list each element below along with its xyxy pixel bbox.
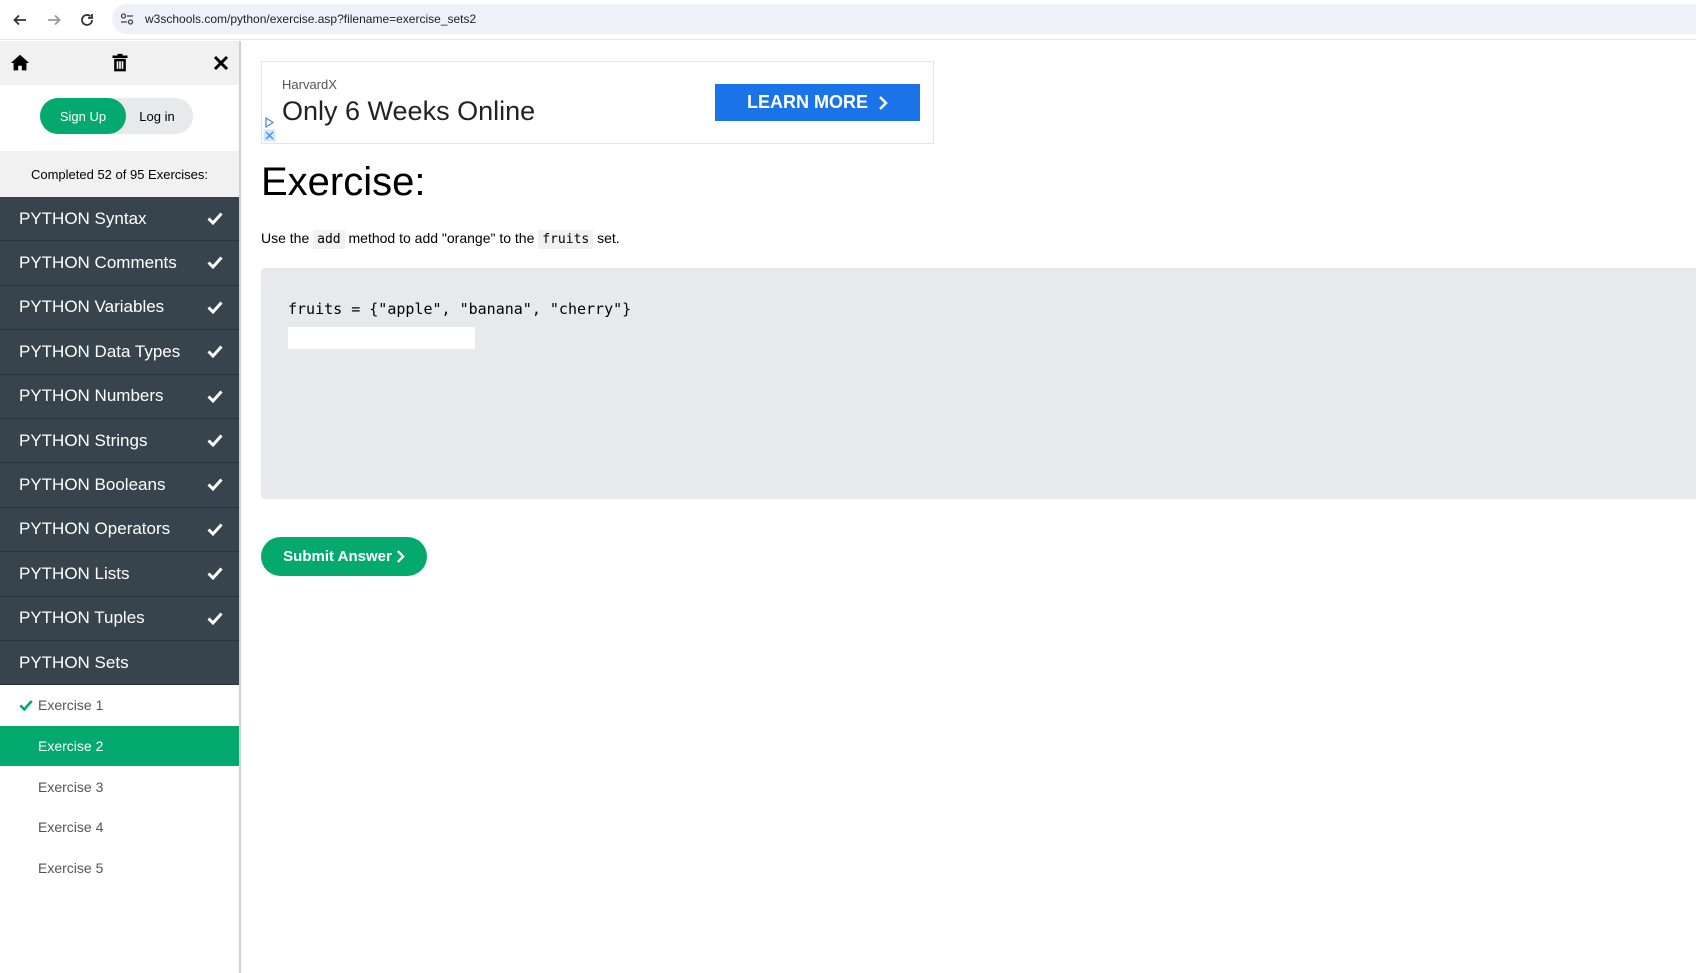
url-text: w3schools.com/python/exercise.asp?filena… <box>145 12 477 26</box>
topic-label: PYTHON Booleans <box>19 475 166 495</box>
topic-label: PYTHON Comments <box>19 253 177 273</box>
forward-button[interactable] <box>42 8 66 32</box>
auth-row: Sign Up Log in <box>0 85 239 149</box>
topic-list: PYTHON Syntax PYTHON Comments PYTHON Var… <box>0 197 239 686</box>
exercise-instruction: Use the add method to add "orange" to th… <box>261 230 620 249</box>
instruction-text: method to add "orange" to the <box>344 230 539 246</box>
exercise-label: Exercise 2 <box>38 738 104 755</box>
topic-label: PYTHON Tuples <box>19 608 145 628</box>
topic-label: PYTHON Lists <box>19 563 130 583</box>
topic-label: PYTHON Sets <box>19 652 129 672</box>
page-title: Exercise: <box>261 160 426 204</box>
sidebar-toolbar <box>0 41 239 85</box>
browser-toolbar: w3schools.com/python/exercise.asp?filena… <box>0 0 1696 40</box>
learn-more-button[interactable]: LEARN MORE <box>715 84 920 121</box>
learn-more-label: LEARN MORE <box>747 92 868 112</box>
topic-item-strings[interactable]: PYTHON Strings <box>0 418 239 464</box>
arrow-left-icon <box>13 14 26 26</box>
code-line: fruits = {"apple", "banana", "cherry"} <box>288 300 632 318</box>
exercise-list: Exercise 1 Exercise 2 Exercise 3 Exercis… <box>0 685 239 889</box>
checkmark-icon <box>207 212 223 226</box>
close-icon[interactable] <box>209 51 233 75</box>
topic-item-numbers[interactable]: PYTHON Numbers <box>0 374 239 419</box>
exercise-sidebar: Sign Up Log in Completed 52 of 95 Exerci… <box>0 41 241 973</box>
code-editor: fruits = {"apple", "banana", "cherry"} <box>261 268 1696 499</box>
checkmark-icon <box>207 301 223 314</box>
topic-item-tuples[interactable]: PYTHON Tuples <box>0 596 239 641</box>
answer-input[interactable] <box>288 327 475 349</box>
checkmark-icon <box>207 478 223 492</box>
topic-label: PYTHON Data Types <box>19 341 181 361</box>
checkmark-icon <box>207 434 223 448</box>
exercise-label: Exercise 5 <box>38 860 104 877</box>
ad-brand: HarvardX <box>282 77 337 92</box>
adchoices-icon[interactable] <box>263 116 276 142</box>
ad-banner[interactable]: HarvardX Only 6 Weeks Online LEARN MORE <box>261 61 934 144</box>
topic-item-sets[interactable]: PYTHON Sets <box>0 640 239 686</box>
topic-label: PYTHON Operators <box>19 519 171 539</box>
checkmark-icon <box>207 390 223 403</box>
site-settings-icon[interactable] <box>120 12 134 26</box>
topic-item-variables[interactable]: PYTHON Variables <box>0 285 239 331</box>
exercise-label: Exercise 4 <box>38 819 104 836</box>
reload-icon <box>81 14 93 26</box>
exercise-item-4[interactable]: Exercise 4 <box>0 807 239 848</box>
exercise-item-5[interactable]: Exercise 5 <box>0 847 239 889</box>
exercise-label: Exercise 3 <box>38 778 104 795</box>
exercise-label: Exercise 1 <box>38 697 104 714</box>
topic-item-lists[interactable]: PYTHON Lists <box>0 552 239 597</box>
inline-code: add <box>313 230 345 249</box>
arrow-right-icon <box>48 14 61 26</box>
chevron-right-icon <box>879 95 888 110</box>
checkmark-icon <box>207 256 223 270</box>
back-button[interactable] <box>8 8 32 32</box>
address-bar[interactable]: w3schools.com/python/exercise.asp?filena… <box>112 4 1696 34</box>
topic-item-data-types[interactable]: PYTHON Data Types <box>0 330 239 375</box>
exercise-item-2[interactable]: Exercise 2 <box>0 725 239 767</box>
chevron-right-icon <box>396 550 405 563</box>
submit-answer-button[interactable]: Submit Answer <box>261 537 427 576</box>
topic-label: PYTHON Numbers <box>19 386 164 406</box>
topic-item-syntax[interactable]: PYTHON Syntax <box>0 197 239 242</box>
topic-label: PYTHON Syntax <box>19 208 147 228</box>
progress-counter: Completed 52 of 95 Exercises: <box>0 151 239 197</box>
topic-label: PYTHON Strings <box>19 430 148 450</box>
exercise-item-3[interactable]: Exercise 3 <box>0 766 239 808</box>
reload-button[interactable] <box>75 8 99 32</box>
home-icon[interactable] <box>8 51 32 75</box>
exercise-item-1[interactable]: Exercise 1 <box>0 685 239 726</box>
checkmark-icon <box>207 523 223 536</box>
sign-up-button[interactable]: Sign Up <box>40 98 126 134</box>
inline-code: fruits <box>538 230 594 249</box>
topic-item-booleans[interactable]: PYTHON Booleans <box>0 463 239 508</box>
ad-headline: Only 6 Weeks Online <box>282 96 536 126</box>
topic-item-comments[interactable]: PYTHON Comments <box>0 241 239 286</box>
instruction-text: set. <box>593 230 620 246</box>
checkmark-icon <box>19 700 33 712</box>
checkmark-icon <box>207 567 223 581</box>
instruction-text: Use the <box>261 230 314 246</box>
checkmark-icon <box>207 345 223 359</box>
submit-label: Submit Answer <box>283 548 392 565</box>
checkmark-icon <box>207 612 223 625</box>
topic-label: PYTHON Variables <box>19 297 165 317</box>
trash-icon[interactable] <box>108 51 132 75</box>
log-in-button[interactable]: Log in <box>126 98 188 134</box>
topic-item-operators[interactable]: PYTHON Operators <box>0 507 239 553</box>
